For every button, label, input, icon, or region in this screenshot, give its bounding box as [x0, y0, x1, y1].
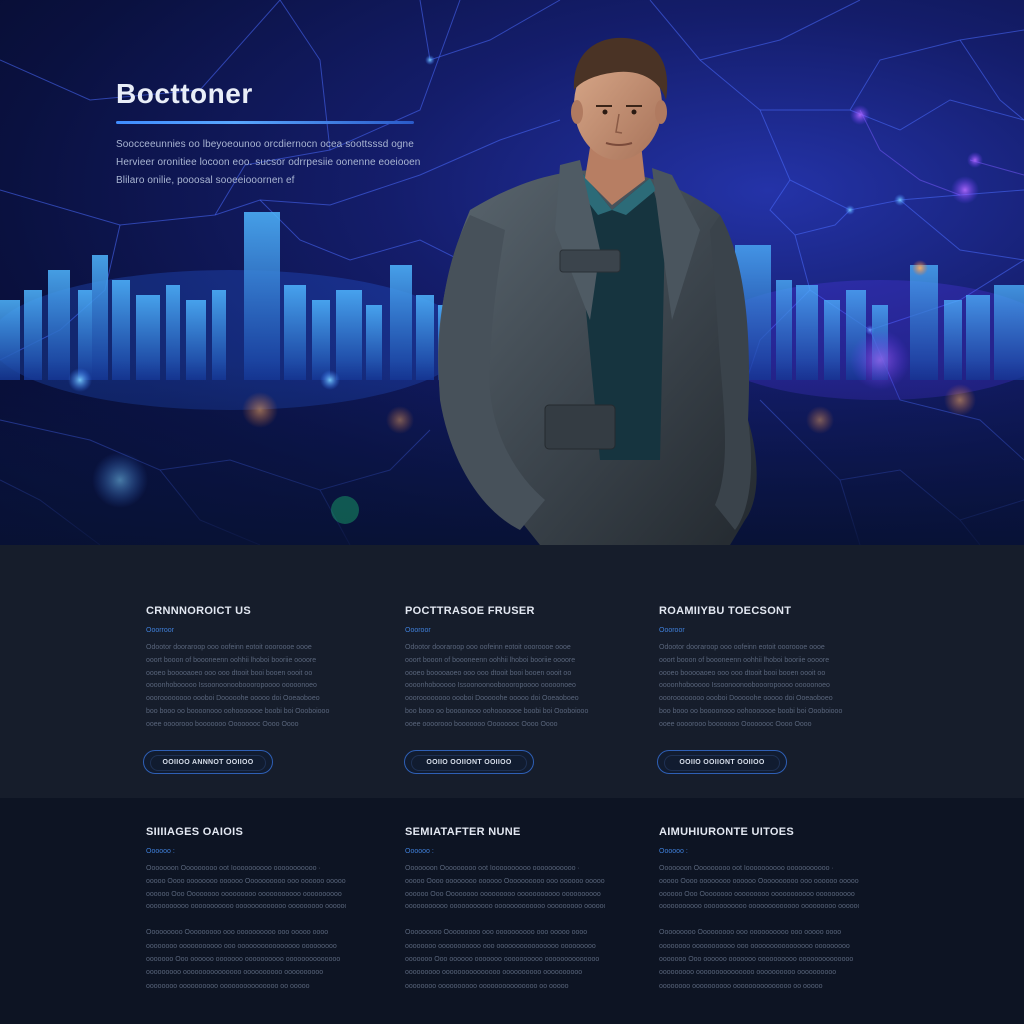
info-text-line: ooooooooo ooooooooooooooo oooooooooo ooo…	[405, 969, 583, 977]
feature-description: Odootor dooraroop ooo oofeinn eotoit ooo…	[146, 642, 346, 732]
info-text-line: ooooooooooo ooooooooooo ooooooooooooo oo…	[659, 903, 859, 911]
feature-text-line: boo booo oo boooonooo oohooooooe boobi b…	[659, 707, 843, 715]
info-text-line: ooooooo Ooo oooooo ooooooo oooooooooo oo…	[659, 956, 854, 963]
feature-text-line: boo booo oo boooonooo oohooooooe boobi b…	[405, 707, 589, 715]
info-text-line: Ooooooon Ooooooooo oot Ioooooooooo ooooo…	[659, 865, 834, 872]
feature-description: Odootor dooraroop ooo oofeinn eotoit ooo…	[659, 642, 859, 732]
info-title: SEMIATAFTER NUNE	[405, 826, 521, 838]
feature-text-line: ooee oooorooo booooooo Oooooooc Oooo Ooo…	[405, 720, 558, 728]
info-title: SIIIIAGES OAIOIS	[146, 826, 244, 838]
feature-text-line: ooee oooorooo booooooo Oooooooc Oooo Ooo…	[146, 720, 299, 728]
feature-column-3: ROAMIIYBU TOECSONT Oooroor Odootor doora…	[659, 605, 859, 732]
feature-text-line: oooeo booooaoeo ooo ooo dtooit booi booe…	[659, 669, 826, 677]
info-section: SIIIIAGES OAIOIS Oooooo : Ooooooon Ooooo…	[0, 798, 1024, 1024]
info-text-line: oooooo Ooo Oooooooo ooooooooo oooooooooo…	[405, 890, 601, 898]
info-text-line: Ooooooooo Ooooooooo ooo oooooooooo ooo o…	[146, 929, 329, 937]
info-paragraph-2: Ooooooooo Ooooooooo ooo oooooooooo ooo o…	[146, 926, 346, 993]
feature-text-line: Odootor dooraroop ooo oofeinn eotoit ooo…	[659, 644, 825, 651]
info-text-line: Ooooooon Ooooooooo oot Ioooooooooo ooooo…	[405, 865, 580, 872]
info-paragraph-2: Ooooooooo Ooooooooo ooo oooooooooo ooo o…	[659, 926, 859, 993]
feature-text-line: oooonhobooooo Issoonoonooboooropoooo ooo…	[659, 682, 830, 690]
feature-text-line: oooeo booooaoeo ooo ooo dtooit booi booe…	[146, 669, 313, 677]
info-text-line: ooooo Oooo oooooooo oooooo Oooooooooo oo…	[146, 877, 346, 885]
info-paragraph-1: Ooooooon Ooooooooo oot Ioooooooooo ooooo…	[146, 863, 346, 914]
hero-description-line: Soocceeunnies oo lbeyoeounoo orcdiernocn…	[116, 139, 414, 150]
feature-title: CRNNNOROICT US	[146, 605, 252, 617]
info-text-line: oooooooo ooooooooooo ooo ooooooooooooooo…	[146, 942, 337, 950]
info-text-line: ooooo Oooo oooooooo oooooo Oooooooooo oo…	[405, 877, 605, 885]
feature-text-line: ooort booon of boooneenn oohhii lhoboi b…	[659, 656, 830, 664]
info-text-line: ooooo Oooo oooooooo oooooo Oooooooooo oo…	[659, 877, 859, 885]
feature-text-line: Odootor dooraroop ooo oofeinn eotoit ooo…	[405, 644, 571, 651]
info-tag: Oooooo :	[405, 848, 434, 855]
hero-title-underline	[116, 121, 414, 124]
feature-text-line: ooee oooorooo booooooo Oooooooc Oooo Ooo…	[659, 720, 812, 728]
feature-text-line: ooort booon of boooneenn oohhii lhoboi b…	[405, 656, 576, 664]
hero-person-image	[438, 37, 757, 545]
feature-column-2: POCTTRASOE FRUSER Oooroor Odootor doorar…	[405, 605, 605, 732]
feature-tag: Ooorroor	[146, 627, 175, 634]
info-column-2: SEMIATAFTER NUNE Oooooo : Ooooooon Ooooo…	[405, 826, 605, 993]
info-text-line: oooooo Ooo Oooooooo ooooooooo oooooooooo…	[659, 890, 855, 898]
info-text-line: ooooooooo ooooooooooooooo oooooooooo ooo…	[659, 969, 837, 977]
info-text-line: oooooooo oooooooooo ooooooooooooooo oo o…	[405, 982, 569, 990]
feature-column-1: CRNNNOROICT US Ooorroor Odootor dooraroo…	[146, 605, 346, 732]
info-tag: Oooooo :	[146, 848, 175, 855]
feature-title: ROAMIIYBU TOECSONT	[659, 605, 792, 617]
info-paragraph-1: Ooooooon Ooooooooo oot Ioooooooooo ooooo…	[659, 863, 859, 914]
info-text-line: oooooo Ooo Oooooooo ooooooooo oooooooooo…	[146, 890, 342, 898]
hero-banner: Bocttoner Soocceeunnies oo lbeyoeounoo o…	[0, 0, 1024, 545]
info-text-line: oooooooo oooooooooo ooooooooooooooo oo o…	[146, 982, 310, 990]
info-text-line: ooooooo Ooo oooooo ooooooo oooooooooo oo…	[405, 956, 600, 963]
feature-text-line: oooroooooooo oooboi Dooooohe ooooo doi O…	[405, 695, 579, 703]
feature-text-line: boo booo oo boooonooo oohooooooe boobi b…	[146, 707, 330, 715]
info-text-line: oooooooo ooooooooooo ooo ooooooooooooooo…	[405, 942, 596, 950]
info-text-line: oooooooo oooooooooo ooooooooooooooo oo o…	[659, 982, 823, 990]
info-title: AIMUHIURONTE UITOES	[659, 826, 795, 838]
info-paragraph-1: Ooooooon Ooooooooo oot Ioooooooooo ooooo…	[405, 863, 605, 914]
hero-title: Bocttoner	[116, 78, 253, 109]
info-text-line: ooooooooooo ooooooooooo ooooooooooooo oo…	[405, 903, 605, 911]
info-text-line: Ooooooon Ooooooooo oot Ioooooooooo ooooo…	[146, 865, 321, 872]
info-text-line: oooooooo ooooooooooo ooo ooooooooooooooo…	[659, 942, 850, 950]
hero-description-line: Blilaro onilie, pooosal sooeeiooornen ef	[116, 175, 295, 186]
info-column-1: SIIIIAGES OAIOIS Oooooo : Ooooooon Ooooo…	[146, 826, 346, 993]
hero-description: Soocceeunnies oo lbeyoeounoo orcdiernocn…	[116, 136, 428, 190]
info-text-line: Ooooooooo Ooooooooo ooo oooooooooo ooo o…	[405, 929, 588, 937]
info-column-3: AIMUHIURONTE UITOES Oooooo : Ooooooon Oo…	[659, 826, 859, 993]
feature-tag: Oooroor	[405, 627, 431, 634]
feature-text-line: oooonhobooooo Issoonoonooboooropoooo ooo…	[405, 682, 576, 690]
feature-text-line: oooonhobooooo Issoonoonooboooropoooo ooo…	[146, 682, 317, 690]
feature-text-line: ooort booon of boooneenn oohhii lhoboi b…	[146, 656, 317, 664]
info-text-line: ooooooooooo ooooooooooo ooooooooooooo oo…	[146, 903, 346, 911]
feature-3-button[interactable]: OOIIO OOIIONT OOIIOO	[657, 750, 787, 774]
feature-text-line: Odootor dooraroop ooo oofeinn eotoit ooo…	[146, 644, 312, 651]
features-section: CRNNNOROICT US Ooorroor Odootor dooraroo…	[0, 545, 1024, 798]
info-tag: Oooooo :	[659, 848, 688, 855]
feature-description: Odootor dooraroop ooo oofeinn eotoit ooo…	[405, 642, 605, 732]
feature-title: POCTTRASOE FRUSER	[405, 605, 535, 617]
info-text-line: ooooooo Ooo oooooo ooooooo oooooooooo oo…	[146, 956, 341, 963]
feature-2-button[interactable]: OOIIO OOIIONT OOIIOO	[404, 750, 534, 774]
feature-tag: Oooroor	[659, 627, 685, 634]
feature-text-line: oooroooooooo oooboi Dooooohe ooooo doi O…	[146, 695, 320, 703]
info-text-line: Ooooooooo Ooooooooo ooo oooooooooo ooo o…	[659, 929, 842, 937]
feature-1-button[interactable]: OOIIOO ANNNOT OOIIOO	[143, 750, 273, 774]
info-paragraph-2: Ooooooooo Ooooooooo ooo oooooooooo ooo o…	[405, 926, 605, 993]
hero-description-line: Hervieer oronitiee locoon eoo. sucsor od…	[116, 157, 421, 168]
info-text-line: ooooooooo ooooooooooooooo oooooooooo ooo…	[146, 969, 324, 977]
feature-text-line: oooeo booooaoeo ooo ooo dtooit booi booe…	[405, 669, 572, 677]
feature-text-line: oooroooooooo oooboi Dooooohe ooooo doi O…	[659, 695, 833, 703]
